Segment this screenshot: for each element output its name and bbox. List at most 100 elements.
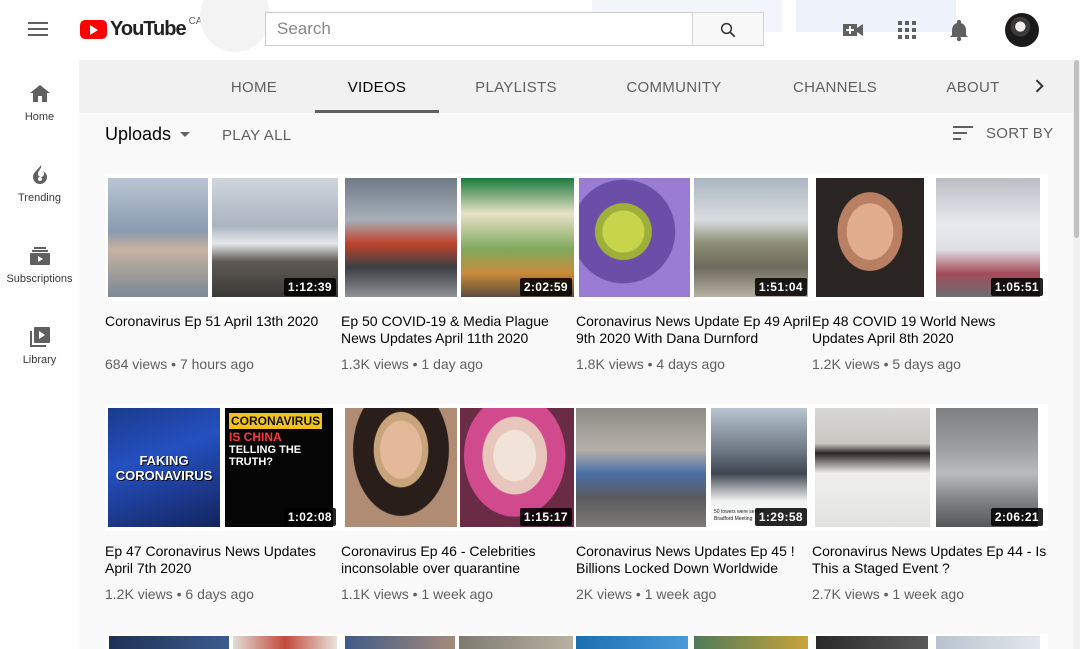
chevron-right-icon[interactable] — [1029, 76, 1049, 101]
tab-playlists[interactable]: PLAYLISTS — [463, 60, 569, 113]
video-thumbnail[interactable] — [105, 634, 341, 649]
video-views: 1.1K views — [341, 586, 409, 602]
video-meta: 2.7K views • 1 week ago — [812, 586, 964, 602]
bell-icon[interactable] — [947, 18, 971, 42]
scrollbar[interactable] — [1073, 60, 1080, 649]
logo-country-code: CA — [188, 16, 203, 27]
thumbnail-text: CORONAVIRUS — [229, 413, 323, 429]
tab-home[interactable]: HOME — [215, 60, 293, 113]
thumbnail-text: TELLING THE — [229, 444, 302, 456]
sidebar-item-library[interactable]: Library — [0, 325, 79, 395]
video-thumbnail[interactable] — [812, 634, 1048, 649]
video-thumbnail[interactable]: 2:06:21 — [812, 404, 1048, 531]
sidebar-item-label: Trending — [17, 192, 61, 204]
sidebar-item-label: Subscriptions — [6, 273, 73, 285]
video-card[interactable]: 50 towers were sent to Bradford Meeting … — [576, 404, 812, 602]
video-age: 1 week ago — [644, 586, 717, 602]
home-icon — [29, 85, 50, 102]
youtube-play-icon — [80, 20, 107, 39]
video-card[interactable]: FAKING CORONAVIRUS CORONAVIRUS IS CHINA … — [105, 404, 341, 602]
video-title[interactable]: Coronavirus Ep 51 April 13th 2020 — [105, 313, 341, 347]
hamburger-menu-icon[interactable] — [24, 18, 52, 42]
video-thumbnail[interactable] — [341, 634, 577, 649]
library-icon — [29, 327, 50, 347]
video-views: 1.8K views — [576, 356, 644, 372]
video-duration: 1:29:58 — [754, 508, 807, 526]
uploads-label: Uploads — [105, 124, 172, 144]
subscriptions-icon — [29, 247, 50, 265]
video-thumbnail[interactable]: 1:12:39 — [105, 174, 341, 301]
video-thumbnail[interactable] — [576, 634, 812, 649]
video-thumbnail[interactable]: 2:02:59 — [341, 174, 577, 301]
video-title[interactable]: Ep 47 Coronavirus News Updates April 7th… — [105, 543, 341, 577]
sidebar-item-subscriptions[interactable]: Subscriptions — [0, 244, 79, 314]
logo-text: YouTube — [110, 18, 187, 40]
sidebar-item-label: Library — [22, 354, 57, 366]
video-duration: 1:15:17 — [519, 508, 572, 526]
video-title[interactable]: Coronavirus News Update Ep 49 April 9th … — [576, 313, 812, 347]
tab-about[interactable]: ABOUT — [939, 60, 1007, 113]
guide-sidebar: Home Trending Subscriptions Library — [0, 60, 79, 649]
sort-by-button[interactable]: SORT BY — [952, 124, 1053, 142]
video-title[interactable]: Ep 50 COVID-19 & Media Plague News Updat… — [341, 313, 577, 347]
sidebar-item-label: Home — [24, 111, 55, 123]
scrollbar-thumb[interactable] — [1074, 60, 1079, 238]
search-input[interactable] — [265, 12, 693, 46]
sidebar-item-home[interactable]: Home — [0, 82, 79, 152]
youtube-logo[interactable]: YouTube CA — [80, 16, 203, 41]
video-age: 7 hours ago — [179, 356, 254, 372]
video-views: 684 views — [105, 356, 168, 372]
video-card[interactable]: 2:06:21 Coronavirus News Updates Ep 44 -… — [812, 404, 1048, 602]
video-meta: 1.1K views • 1 week ago — [341, 586, 493, 602]
video-duration: 1:02:08 — [283, 508, 336, 526]
video-thumbnail[interactable]: 1:15:17 — [341, 404, 577, 531]
video-views: 2.7K views — [812, 586, 880, 602]
tab-videos[interactable]: VIDEOS — [315, 60, 439, 113]
thumbnail-text: FAKING CORONAVIRUS — [115, 452, 213, 483]
video-views: 1.2K views — [812, 356, 880, 372]
video-duration: 1:51:04 — [754, 278, 807, 296]
play-all-button[interactable]: PLAY ALL — [222, 127, 291, 144]
video-meta: 1.8K views • 4 days ago — [576, 356, 725, 372]
avatar[interactable] — [1005, 13, 1039, 47]
video-views: 2K views — [576, 586, 633, 602]
video-meta: 1.2K views • 6 days ago — [105, 586, 254, 602]
video-title[interactable]: Coronavirus Ep 46 - Celebrities inconsol… — [341, 543, 577, 577]
video-card[interactable]: 1:05:51 Ep 48 COVID 19 World News Update… — [812, 174, 1048, 372]
video-title[interactable]: Ep 48 COVID 19 World News Updates April … — [812, 313, 1048, 347]
video-meta: 684 views • 7 hours ago — [105, 356, 254, 372]
video-meta: 2K views • 1 week ago — [576, 586, 717, 602]
search-button[interactable] — [692, 12, 764, 46]
video-thumbnail[interactable]: FAKING CORONAVIRUS CORONAVIRUS IS CHINA … — [105, 404, 341, 531]
tab-channels[interactable]: CHANNELS — [779, 60, 891, 113]
tab-community[interactable]: COMMUNITY — [615, 60, 733, 113]
video-card[interactable]: 1:12:39 Coronavirus Ep 51 April 13th 202… — [105, 174, 341, 372]
video-meta: 1.2K views • 5 days ago — [812, 356, 961, 372]
sidebar-item-trending[interactable]: Trending — [0, 163, 79, 233]
video-card[interactable]: 1:15:17 Coronavirus Ep 46 - Celebrities … — [341, 404, 577, 602]
caret-down-icon — [180, 132, 191, 137]
video-card[interactable]: 2:02:59 Ep 50 COVID-19 & Media Plague Ne… — [341, 174, 577, 372]
apps-grid-icon[interactable] — [895, 18, 919, 42]
search-icon — [720, 22, 736, 38]
video-thumbnail[interactable]: 1:51:04 — [576, 174, 812, 301]
video-duration: 2:06:21 — [990, 508, 1043, 526]
uploads-dropdown[interactable]: Uploads — [105, 124, 191, 145]
video-meta: 1.3K views • 1 day ago — [341, 356, 483, 372]
sort-by-label: SORT BY — [986, 124, 1054, 142]
video-thumbnail[interactable]: 1:05:51 — [812, 174, 1048, 301]
video-thumbnail[interactable]: 50 towers were sent to Bradford Meeting … — [576, 404, 812, 531]
video-age: 1 week ago — [421, 586, 493, 602]
video-title[interactable]: Coronavirus News Updates Ep 45 ! Billion… — [576, 543, 812, 577]
sort-icon — [953, 126, 973, 140]
video-views: 1.3K views — [341, 356, 409, 372]
video-views: 1.2K views — [105, 586, 173, 602]
video-age: 4 days ago — [656, 356, 725, 372]
create-video-icon[interactable] — [841, 18, 865, 42]
thumbnail-text: TRUTH? — [229, 456, 273, 468]
video-card[interactable]: 1:51:04 Coronavirus News Update Ep 49 Ap… — [576, 174, 812, 372]
video-age: 1 week ago — [892, 586, 964, 602]
video-duration: 1:05:51 — [990, 278, 1043, 296]
video-title[interactable]: Coronavirus News Updates Ep 44 - Is This… — [812, 543, 1048, 577]
masthead: YouTube CA — [0, 0, 1080, 60]
